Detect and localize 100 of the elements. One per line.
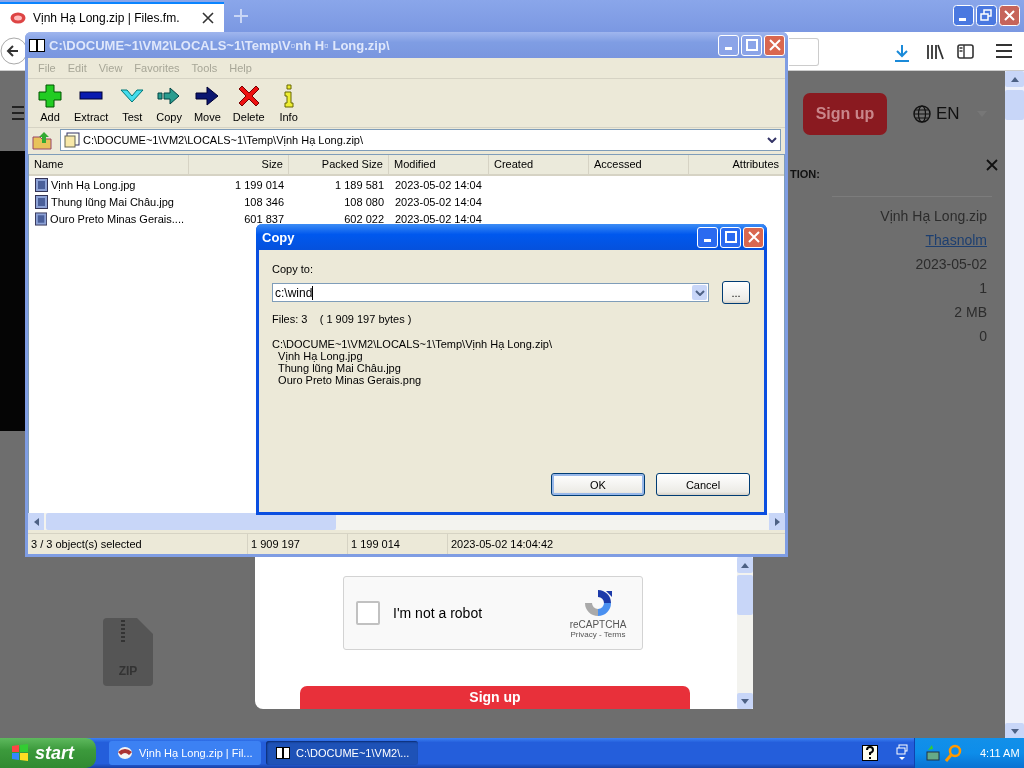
scroll-down-icon[interactable] [741, 698, 749, 704]
language-selector[interactable]: EN [913, 104, 987, 124]
table-cell-text: 601 837 [243, 212, 285, 225]
taskbar-button[interactable]: C:\DOCUME~1\VM2\... [266, 741, 418, 765]
library-icon[interactable] [926, 44, 944, 60]
app-icon [276, 747, 290, 759]
scroll-left-icon[interactable] [33, 517, 39, 526]
file-name[interactable]: Ouro Preto Minas Gerais.... [29, 211, 189, 226]
column-header[interactable]: Name [29, 155, 189, 174]
toolbar-button[interactable]: Move [187, 83, 227, 123]
scroll-up-icon[interactable] [1010, 76, 1019, 82]
detail-value: Vịnh Hạ Long.zip [880, 207, 987, 226]
toolbar-button[interactable]: Info [270, 83, 307, 123]
network-icon[interactable] [925, 744, 941, 762]
windows-logo-icon [10, 743, 30, 763]
maximize-icon[interactable] [741, 34, 762, 56]
file-name[interactable]: Vịnh Hạ Long.jpg [29, 177, 189, 192]
captcha-checkbox[interactable] [356, 601, 380, 625]
browser-tab[interactable]: Vịnh Hạ Long.zip | Files.fm. [0, 2, 224, 32]
status-text: 3 / 3 object(s) selected [28, 534, 248, 554]
minimize-icon[interactable] [953, 5, 974, 26]
minimize-icon[interactable] [697, 226, 718, 248]
dialog-title: Copy [262, 229, 296, 245]
status-text: 1 199 014 [348, 534, 448, 554]
destination-field[interactable]: c:\wind [272, 283, 709, 302]
detail-value: 2 MB [954, 303, 987, 322]
column-header[interactable]: Created [489, 155, 589, 174]
toolbar-button[interactable]: Copy [150, 83, 188, 123]
address-field[interactable]: C:\DOCUME~1\VM2\LOCALS~1\Temp\Vịnh Hạ Long.zip\ [60, 129, 781, 151]
column-header[interactable]: Accessed [589, 155, 689, 174]
folder-up-icon[interactable] [32, 130, 52, 150]
toolbar-button[interactable]: Delete [226, 83, 271, 123]
file-name[interactable]: Thung lũng Mai Châu.jpg [29, 194, 189, 209]
image-file-icon [35, 177, 48, 192]
site-icon [10, 12, 26, 24]
sign-up-button[interactable]: Sign up [300, 686, 690, 709]
toolbar-button[interactable]: Test [114, 83, 151, 123]
clock: 4:11 AM [980, 747, 1020, 759]
scroll-up-icon[interactable] [741, 562, 749, 568]
detail-value: 2023-05-02 [915, 255, 987, 274]
image-file-icon [35, 211, 48, 226]
window-title: C:\DOCUME~1\VM2\LOCALS~1\Temp\V▫nh H▫ Long.zip\ [49, 37, 391, 53]
arrow-icon [195, 83, 220, 108]
table-cell-text: 2023-05-02 14:04 [394, 195, 483, 208]
file-path: Thung lũng Mai Châu.jpg [276, 362, 402, 374]
status-text: 2023-05-02 14:04:42 [450, 537, 555, 552]
scroll-thumb[interactable] [737, 575, 753, 615]
column-header[interactable]: Size [189, 155, 289, 174]
column-header[interactable]: Packed Size [289, 155, 389, 174]
image-file-icon [35, 194, 48, 209]
column-header[interactable]: Modified [389, 155, 489, 174]
panel-heading: TION: [790, 168, 820, 180]
download-icon[interactable] [894, 44, 910, 62]
scroll-thumb[interactable] [1005, 90, 1024, 120]
scroll-thumb[interactable] [46, 513, 336, 530]
toolbar-button[interactable]: Add [32, 83, 68, 123]
restore-icon[interactable] [976, 5, 997, 26]
table-cell-text: 2023-05-02 14:04 [394, 212, 483, 225]
detail-value: 1 [979, 279, 987, 298]
scrollbar[interactable] [737, 557, 753, 709]
browse-button[interactable]: ... [722, 281, 750, 304]
field-label: Copy to: [272, 263, 314, 275]
sidebar-icon[interactable] [957, 44, 974, 59]
zip-icon [64, 132, 80, 148]
ok-button[interactable]: OK [551, 473, 645, 496]
close-icon[interactable] [202, 12, 214, 24]
menu-icon[interactable] [996, 44, 1012, 58]
taskbar-button[interactable]: Vịnh Hạ Long.zip | Fil... [109, 741, 261, 765]
maximize-icon[interactable] [720, 226, 741, 248]
toolbar-button[interactable]: Extract [68, 83, 115, 123]
file-path: Ouro Preto Minas Gerais.png [277, 374, 423, 386]
captcha-brand: reCAPTCHA [569, 619, 627, 630]
captcha-label: I'm not a robot [393, 605, 484, 621]
help-icon[interactable] [862, 745, 878, 761]
start-button[interactable]: start [0, 738, 96, 768]
column-header[interactable]: Attributes [689, 155, 784, 174]
scrollbar[interactable] [28, 513, 785, 530]
address-field[interactable] [789, 38, 819, 66]
back-icon[interactable] [0, 37, 28, 65]
recaptcha-icon [582, 587, 614, 619]
captcha-links[interactable]: Privacy - Terms [570, 630, 626, 639]
table-cell-text: 1 189 581 [334, 178, 385, 191]
scroll-right-icon[interactable] [774, 517, 780, 526]
scrollbar[interactable] [1005, 71, 1024, 739]
app-icon [29, 38, 45, 52]
table-cell-text: 602 022 [343, 212, 385, 225]
detail-value: 0 [979, 327, 987, 346]
cancel-button[interactable]: Cancel [656, 473, 750, 496]
table-cell-text: 108 346 [243, 195, 285, 208]
scroll-down-icon[interactable] [1010, 728, 1019, 734]
table-cell-text: 2023-05-02 14:04 [394, 178, 483, 191]
file-path: Vịnh Hạ Long.jpg [277, 350, 364, 362]
minimize-icon[interactable] [718, 34, 739, 56]
file-path: C:\DOCUME~1\VM2\LOCALS~1\Temp\Vịnh Hạ Long.zip\ [272, 338, 553, 350]
table-cell-text: 108 080 [343, 195, 385, 208]
windows-icon[interactable] [896, 744, 908, 762]
globe-icon [913, 105, 931, 123]
table-cell-text: 1 199 014 [234, 178, 285, 191]
cross-icon [236, 83, 261, 108]
status-text: 1 909 197 [248, 534, 348, 554]
